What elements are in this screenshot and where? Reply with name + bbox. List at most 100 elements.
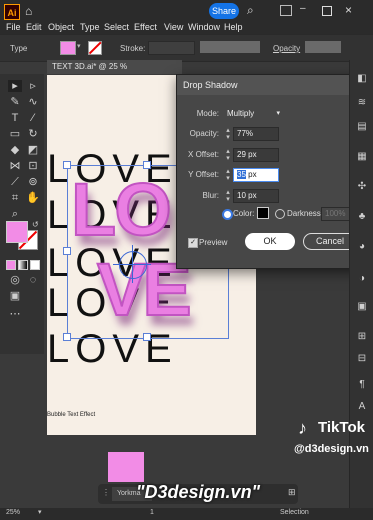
maximize-icon[interactable] — [322, 6, 332, 16]
menu-file[interactable]: File — [6, 22, 21, 32]
fill-swatch[interactable] — [60, 41, 76, 55]
transform-handle[interactable] — [143, 333, 151, 341]
status-bar: 25% ▾ 1 Selection — [0, 508, 373, 520]
menu-edit[interactable]: Edit — [26, 22, 42, 32]
preview-checkbox[interactable]: ✓ — [188, 238, 198, 248]
color-mode-icon[interactable] — [6, 260, 16, 270]
brushes-icon[interactable]: ✣ — [355, 180, 369, 194]
context-align-icon[interactable]: ⊞ — [288, 487, 296, 498]
hand-tool-icon[interactable]: ✋ — [26, 192, 40, 204]
opacity-field[interactable] — [305, 41, 341, 53]
libraries-icon[interactable]: ▤ — [355, 120, 369, 134]
darkness-label: Darkness: — [287, 209, 324, 218]
screen-mode-icon[interactable]: ▣ — [8, 290, 22, 302]
tools-panel: ▸ ▹ ✎ ∿ T ⁄ ▭ ↻ ◆ ◩ ⋈ ⊡ ⟋ ⊚ ⌗ ✋ ⌕ ↺ ◎ ◌ … — [0, 74, 44, 354]
home-icon[interactable]: ⌂ — [25, 4, 32, 18]
zoom-dropdown-icon[interactable]: ▾ — [38, 508, 42, 516]
control-bar: Type ▾ Stroke: Opacity — [0, 34, 373, 62]
y-offset-stepper-icon[interactable]: ▴ ▾ — [223, 168, 233, 182]
eraser-tool-icon[interactable]: ◆ — [8, 144, 22, 156]
shadow-color-swatch[interactable] — [257, 207, 269, 219]
appearance-icon[interactable]: ◑ — [355, 272, 369, 286]
page-number[interactable]: 1 — [150, 509, 154, 516]
type-tool-icon[interactable]: T — [8, 112, 22, 124]
blur-stepper-icon[interactable]: ▴ ▾ — [223, 189, 233, 203]
menu-object[interactable]: Object — [48, 22, 74, 32]
scale-tool-icon[interactable]: ◩ — [26, 144, 40, 156]
document-tab[interactable]: TEXT 3D.ai* @ 25 % (RGB/Preview) × — [47, 60, 182, 85]
mode-select[interactable]: Multiply ▾ — [223, 107, 285, 121]
menu-effect[interactable]: Effect — [134, 22, 157, 32]
context-bar-handle-icon[interactable]: ⋮ — [102, 488, 110, 497]
menu-bar: Ai ⌂ File — [0, 0, 373, 24]
swap-colors-icon[interactable]: ↺ — [32, 220, 39, 229]
artboard-tool-icon[interactable]: ⌗ — [8, 192, 22, 204]
dialog-title: Drop Shadow — [177, 75, 363, 95]
pen-tool-icon[interactable]: ✎ — [8, 96, 22, 108]
transform-handle[interactable] — [143, 161, 151, 169]
transform-handle[interactable] — [63, 161, 71, 169]
menu-select[interactable]: Select — [104, 22, 129, 32]
menu-view[interactable]: View — [164, 22, 183, 32]
free-transform-icon[interactable]: ⊡ — [26, 160, 40, 172]
brush-tool-icon[interactable]: ⁄ — [26, 112, 40, 124]
align-icon[interactable]: ⊟ — [355, 352, 369, 366]
x-offset-label: X Offset: — [188, 150, 219, 159]
edit-toolbar-icon[interactable]: ⋯ — [8, 308, 22, 320]
selection-tool-icon[interactable]: ▸ — [8, 80, 22, 92]
transform-icon[interactable]: ⊞ — [355, 330, 369, 344]
pathfinder-icon[interactable]: ¶ — [355, 378, 369, 392]
symbols-icon[interactable]: ♣ — [355, 210, 369, 224]
none-mode-icon[interactable] — [30, 260, 40, 270]
tiktok-logo-icon: ♪ — [298, 418, 307, 438]
blend-tool-icon[interactable]: ⊚ — [26, 176, 40, 188]
x-offset-input[interactable]: 29 px — [233, 148, 279, 162]
search-icon[interactable]: ⌕ — [247, 3, 254, 18]
graphic-styles-icon[interactable]: ▣ — [355, 300, 369, 314]
curvature-tool-icon[interactable]: ∿ — [26, 96, 40, 108]
x-offset-stepper-icon[interactable]: ▴ ▾ — [223, 148, 233, 162]
swatches-icon[interactable]: ▦ — [355, 150, 369, 164]
menu-help[interactable]: Help — [224, 22, 243, 32]
y-offset-input[interactable]: 35 px — [233, 168, 279, 182]
artboard-caption: Bubble Text Effect — [47, 412, 96, 418]
direct-selection-tool-icon[interactable]: ▹ — [26, 80, 40, 92]
ok-button[interactable]: OK — [245, 233, 295, 250]
rectangle-tool-icon[interactable]: ▭ — [8, 128, 22, 140]
workspace-icon[interactable] — [280, 5, 292, 16]
width-tool-icon[interactable]: ⋈ — [8, 160, 22, 172]
draw-behind-icon[interactable]: ◌ — [26, 274, 40, 286]
color-radio[interactable] — [222, 209, 233, 220]
stroke-swatch[interactable] — [88, 41, 102, 55]
character-icon[interactable]: A — [355, 400, 369, 414]
drop-shadow-dialog: Drop Shadow Mode: Multiply ▾ Opacity: ▴ ▾… — [176, 74, 364, 269]
draw-normal-icon[interactable]: ◎ — [8, 274, 22, 286]
y-offset-unit: px — [245, 170, 257, 179]
rotate-tool-icon[interactable]: ↻ — [26, 128, 40, 140]
darkness-radio[interactable] — [275, 209, 285, 219]
stroke-profile-field[interactable] — [200, 41, 260, 53]
gradient-mode-icon[interactable] — [18, 260, 28, 270]
minimize-icon[interactable]: – — [300, 3, 306, 14]
opacity-label[interactable]: Opacity — [273, 44, 300, 53]
menu-type[interactable]: Type — [80, 22, 100, 32]
fill-color-icon[interactable] — [6, 221, 28, 243]
share-button[interactable]: Share — [209, 3, 239, 19]
blur-input[interactable]: 10 px — [233, 189, 279, 203]
layers-icon[interactable]: ≋ — [355, 96, 369, 110]
color-guide-icon[interactable]: ◕ — [355, 240, 369, 254]
zoom-level[interactable]: 25% — [6, 509, 20, 516]
zoom-tool-icon[interactable]: ⌕ — [8, 208, 22, 220]
properties-icon[interactable]: ◧ — [355, 72, 369, 86]
close-window-icon[interactable]: × — [345, 3, 352, 17]
menu-window[interactable]: Window — [188, 22, 220, 32]
fill-dropdown-icon[interactable]: ▾ — [77, 42, 81, 50]
opacity-stepper-icon[interactable]: ▴ ▾ — [223, 127, 233, 141]
opacity-input[interactable]: 77% — [233, 127, 279, 141]
transform-handle[interactable] — [63, 247, 71, 255]
y-offset-selection: 35 — [237, 170, 246, 179]
app-logo: Ai — [4, 4, 20, 20]
stroke-weight-field[interactable] — [148, 41, 195, 55]
transform-handle[interactable] — [63, 333, 71, 341]
eyedropper-tool-icon[interactable]: ⟋ — [8, 176, 22, 188]
